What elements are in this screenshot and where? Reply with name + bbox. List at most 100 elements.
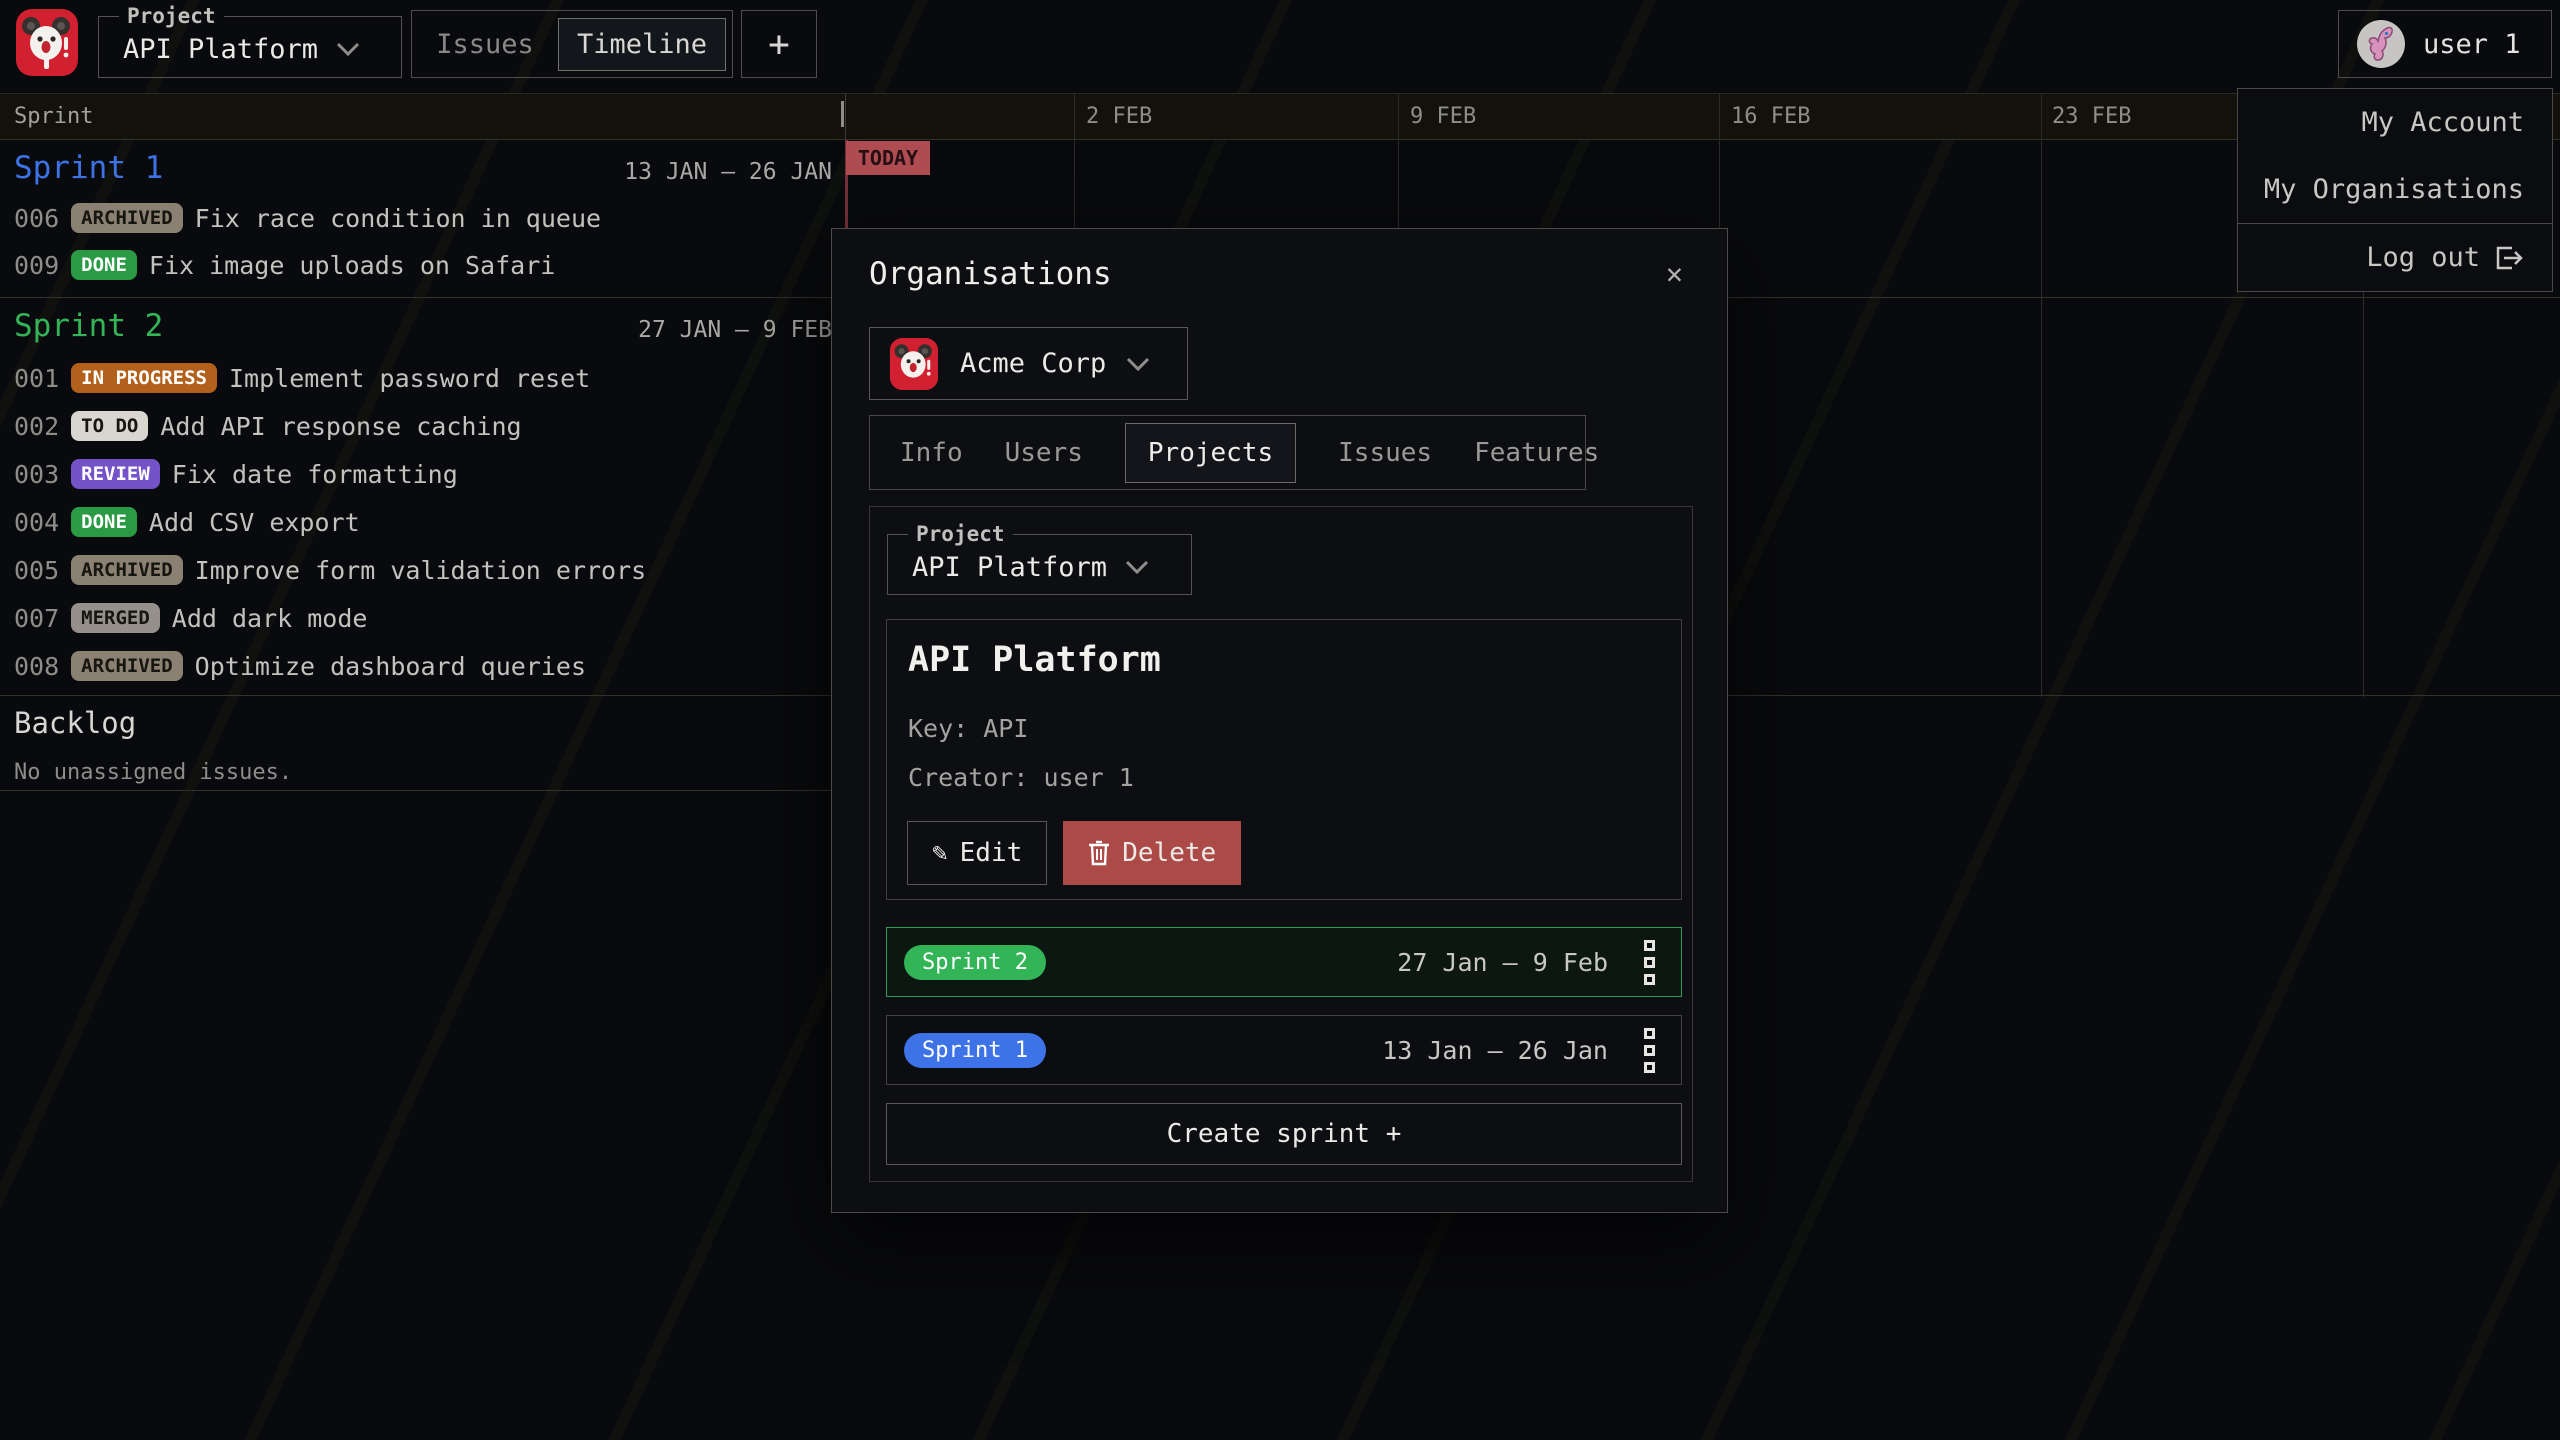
issue-row-001[interactable]: 001 IN PROGRESS Implement password reset [14,358,590,398]
issue-id: 004 [14,508,59,537]
issue-id: 002 [14,412,59,441]
issue-row-003[interactable]: 003 REVIEW Fix date formatting [14,454,458,494]
drag-handle-icon[interactable] [1644,940,1655,985]
organisation-name: Acme Corp [960,348,1106,379]
backlog-heading: Backlog [14,706,136,740]
project-selector[interactable]: Project API Platform [98,4,402,78]
chevron-down-icon [1126,357,1150,371]
modal-tabs: Info Users Projects Issues Features [869,415,1586,490]
logout-icon [2494,244,2524,272]
close-icon[interactable]: ✕ [1666,257,1683,290]
sprint-1-range: 13 JAN – 26 JAN [624,152,832,192]
status-badge: ARCHIVED [71,203,183,233]
project-card: API Platform Key: API Creator: user 1 ✎ … [886,619,1682,900]
sprint-pill: Sprint 1 [904,1033,1046,1068]
project-selector-label: Project [119,4,224,28]
issue-row-004[interactable]: 004 DONE Add CSV export [14,502,360,542]
logout-label: Log out [2366,242,2480,273]
top-bar: Project API Platform Issues Timeline + u… [0,0,2560,90]
view-switcher: Issues Timeline [411,10,733,78]
tab-features[interactable]: Features [1474,438,1599,468]
delete-button[interactable]: Delete [1063,821,1241,885]
delete-button-label: Delete [1122,838,1216,868]
sprint-2-range: 27 JAN – 9 FEB [638,310,832,350]
week-gridline [2041,93,2042,697]
modal-project-selector[interactable]: Project API Platform [887,522,1192,595]
status-badge: ARCHIVED [71,651,183,681]
status-badge: MERGED [71,603,160,633]
menu-item-my-organisations[interactable]: My Organisations [2238,156,2552,223]
menu-item-my-account[interactable]: My Account [2238,89,2552,156]
clipped-date-marker [841,101,844,127]
pencil-icon: ✎ [932,838,948,868]
issue-title: Add API response caching [160,412,521,441]
issue-title: Implement password reset [229,364,590,393]
status-badge: REVIEW [71,459,160,489]
backlog-empty-text: No unassigned issues. [14,760,292,785]
tab-issues-view[interactable]: Issues [412,29,558,60]
project-creator: Creator: user 1 [908,763,1134,792]
sprint-row-sprint-1[interactable]: Sprint 1 13 Jan – 26 Jan [886,1015,1682,1085]
chevron-down-icon [336,42,360,56]
user-menu-button[interactable]: user 1 [2338,10,2552,78]
chevron-down-icon [1125,560,1149,574]
date-label-16feb: 16 FEB [1731,104,1810,129]
trash-icon [1088,840,1110,866]
menu-item-logout[interactable]: Log out [2238,224,2552,291]
today-marker: TODAY [846,141,930,175]
sprint-column-header: Sprint [14,104,93,129]
create-sprint-button[interactable]: Create sprint + [886,1103,1682,1165]
status-badge: ARCHIVED [71,555,183,585]
issue-id: 006 [14,204,59,233]
issue-id: 001 [14,364,59,393]
issue-id: 009 [14,251,59,280]
add-button[interactable]: + [741,10,817,78]
project-card-title: API Platform [908,640,1681,680]
issue-title: Add CSV export [149,508,360,537]
issue-row-005[interactable]: 005 ARCHIVED Improve form validation err… [14,550,646,590]
issue-row-007[interactable]: 007 MERGED Add dark mode [14,598,367,638]
tab-info[interactable]: Info [900,438,963,468]
sprint-date-range: 13 Jan – 26 Jan [1382,1036,1608,1065]
issue-title: Fix image uploads on Safari [149,251,555,280]
issue-title: Fix race condition in queue [195,204,601,233]
edit-button[interactable]: ✎ Edit [907,821,1047,885]
app-logo-icon[interactable] [16,9,78,76]
projects-tab-panel: Project API Platform API Platform Key: A… [869,506,1693,1182]
issue-title: Optimize dashboard queries [195,652,586,681]
project-selector-value: API Platform [123,34,318,65]
user-name: user 1 [2423,29,2521,60]
issue-row-008[interactable]: 008 ARCHIVED Optimize dashboard queries [14,646,586,686]
issue-title: Improve form validation errors [195,556,647,585]
organisation-selector[interactable]: Acme Corp [869,327,1188,400]
tab-timeline-view[interactable]: Timeline [558,18,726,71]
date-label-9feb: 9 FEB [1410,104,1476,129]
issue-id: 008 [14,652,59,681]
tab-projects[interactable]: Projects [1125,423,1296,483]
issue-row-002[interactable]: 002 TO DO Add API response caching [14,406,522,446]
sprint-1-heading[interactable]: Sprint 1 [14,148,163,188]
issue-row-006[interactable]: 006 ARCHIVED Fix race condition in queue [14,198,601,238]
issue-row-009[interactable]: 009 DONE Fix image uploads on Safari [14,245,555,285]
edit-button-label: Edit [960,838,1023,868]
sprint-row-sprint-2[interactable]: Sprint 2 27 Jan – 9 Feb [886,927,1682,997]
modal-title: Organisations [869,256,1112,292]
modal-project-selector-label: Project [908,522,1013,546]
issue-title: Add dark mode [172,604,368,633]
section-divider [0,790,845,791]
sprint-2-heading[interactable]: Sprint 2 [14,306,163,346]
tab-issues[interactable]: Issues [1338,438,1432,468]
drag-handle-icon[interactable] [1644,1028,1655,1073]
issue-title: Fix date formatting [172,460,458,489]
tab-users[interactable]: Users [1005,438,1083,468]
status-badge: DONE [71,507,137,537]
status-badge: TO DO [71,411,148,441]
status-badge: IN PROGRESS [71,363,217,393]
organisations-modal: Organisations ✕ Acme Corp Info Users Pro… [831,228,1728,1213]
issue-id: 007 [14,604,59,633]
issue-id: 005 [14,556,59,585]
timeline-header: Sprint 2 FEB 9 FEB 16 FEB 23 FEB [0,93,2560,140]
date-label-23feb: 23 FEB [2052,104,2131,129]
avatar [2357,20,2405,68]
sprint-date-range: 27 Jan – 9 Feb [1397,948,1608,977]
